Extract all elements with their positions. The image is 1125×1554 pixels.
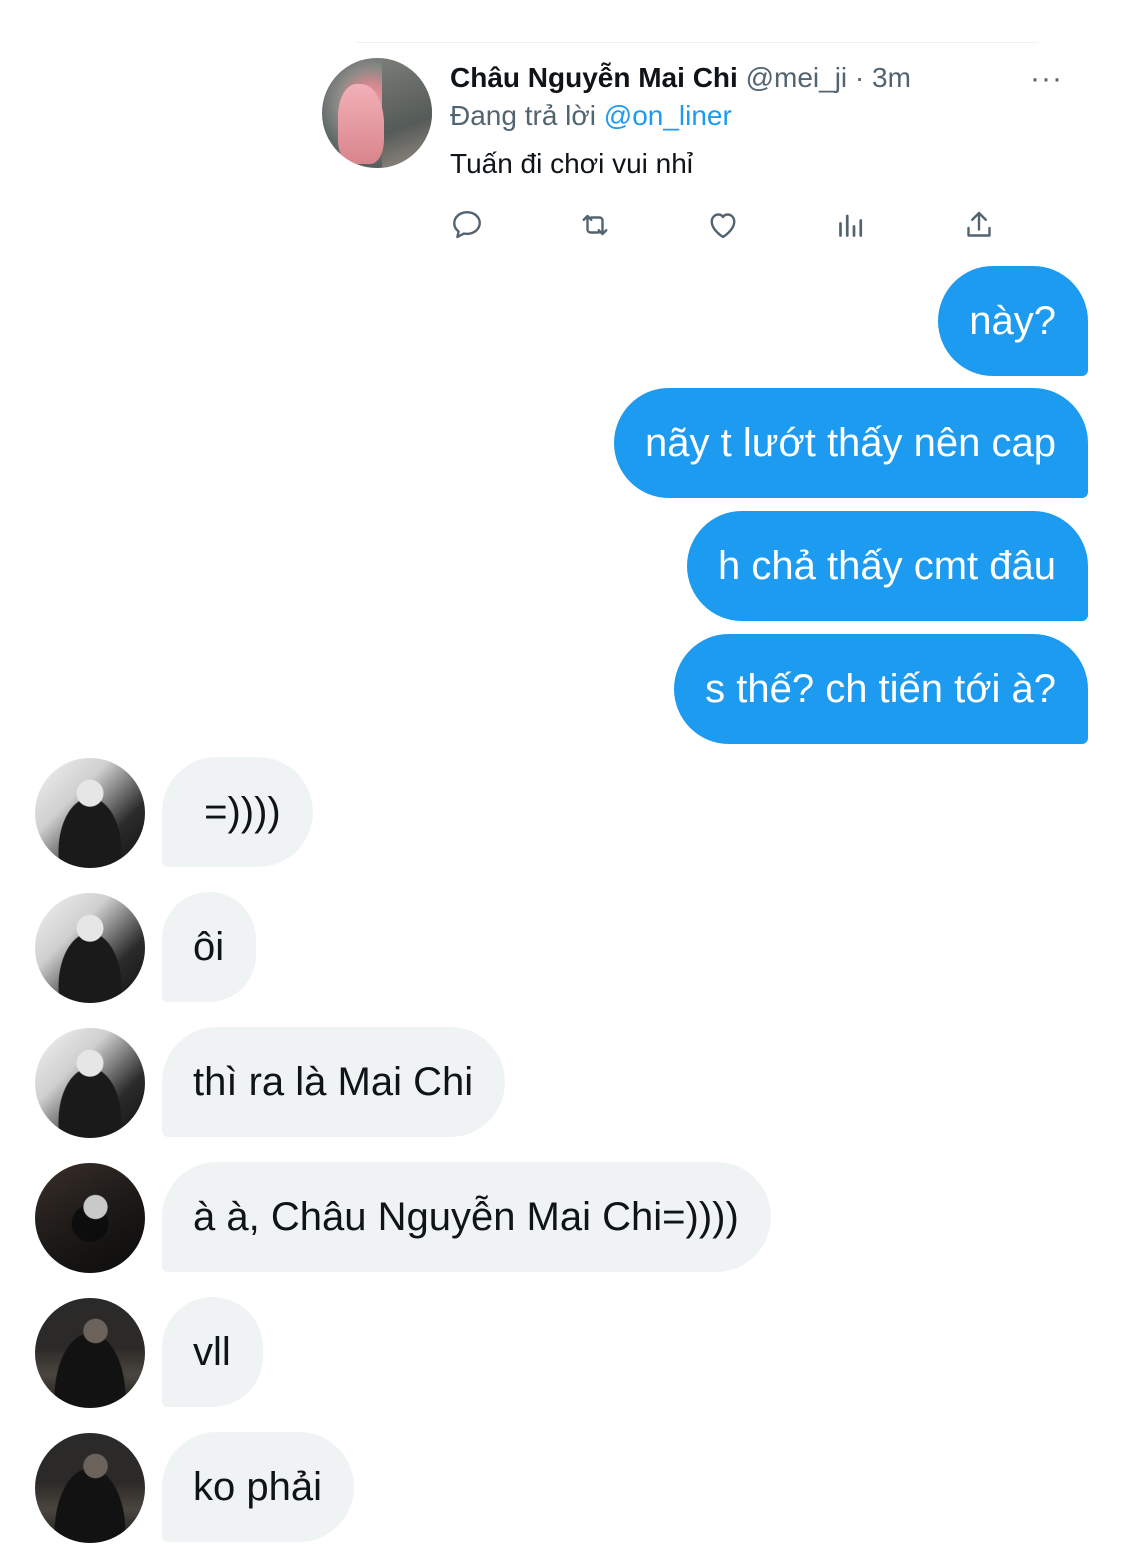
tweet-header: Châu Nguyễn Mai Chi @mei_ji · 3m	[450, 60, 911, 96]
sender-avatar[interactable]	[35, 893, 145, 1003]
replying-prefix: Đang trả lời	[450, 100, 604, 131]
outgoing-message[interactable]: nãy t lướt thấy nên cap	[613, 388, 1088, 498]
outgoing-message[interactable]: h chả thấy cmt đâu	[687, 511, 1088, 621]
replying-to: Đang trả lời @on_liner	[450, 98, 732, 134]
replying-mention-link[interactable]: @on_liner	[604, 100, 732, 131]
more-options-icon[interactable]: ···	[1030, 64, 1063, 94]
sender-avatar[interactable]	[35, 1163, 145, 1273]
retweet-icon[interactable]	[577, 207, 613, 243]
incoming-message[interactable]: vll	[162, 1297, 263, 1407]
incoming-message[interactable]: ôi	[162, 892, 257, 1002]
tweet-author-avatar[interactable]	[322, 58, 432, 168]
tweet-handle-time: @mei_ji · 3m	[737, 62, 911, 93]
incoming-message[interactable]: =))))	[162, 757, 313, 867]
tweet-top-divider	[355, 42, 1038, 43]
like-icon[interactable]	[705, 207, 741, 243]
sender-avatar[interactable]	[35, 758, 145, 868]
tweet-author-name[interactable]: Châu Nguyễn Mai Chi	[450, 62, 738, 93]
sender-avatar[interactable]	[35, 1433, 145, 1543]
sender-avatar[interactable]	[35, 1298, 145, 1408]
share-icon[interactable]	[961, 207, 997, 243]
reply-icon[interactable]	[449, 207, 485, 243]
analytics-icon[interactable]	[833, 207, 869, 243]
incoming-message[interactable]: ko phải	[162, 1432, 354, 1542]
incoming-message[interactable]: thì ra là Mai Chi	[162, 1027, 506, 1137]
outgoing-message[interactable]: s thế? ch tiến tới à?	[674, 634, 1088, 744]
outgoing-message[interactable]: này?	[938, 266, 1088, 376]
tweet-text: Tuấn đi chơi vui nhỉ	[450, 148, 694, 179]
sender-avatar[interactable]	[35, 1028, 145, 1138]
incoming-message[interactable]: à à, Châu Nguyễn Mai Chi=))))	[162, 1162, 771, 1272]
